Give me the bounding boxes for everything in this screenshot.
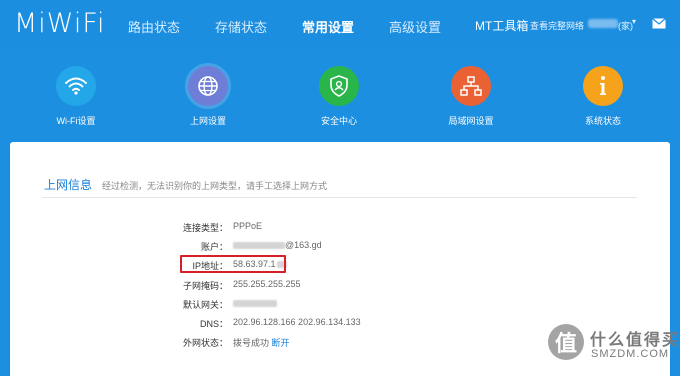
- account-domain: @163.gd: [285, 240, 322, 250]
- info-row-ip-address: IP地址： 58.63.97.1: [120, 259, 480, 273]
- security-center-shortcut[interactable]: 安全中心: [294, 66, 384, 127]
- info-row-default-gateway: 默认网关：: [120, 298, 480, 312]
- wan-status-label: 外网状态：: [182, 338, 228, 348]
- info-row-connection-type: 连接类型： PPPoE: [120, 221, 480, 235]
- ip-highlight-box: [180, 255, 286, 273]
- system-status-shortcut[interactable]: 系统状态: [558, 66, 648, 127]
- shield-icon: [319, 66, 359, 106]
- watermark-domain: SMZDM.COM: [591, 348, 670, 360]
- lan-settings-label: 局域网设置: [448, 116, 494, 126]
- mt-toolbox-link[interactable]: MT工具箱: [475, 17, 528, 34]
- security-center-label: 安全中心: [320, 116, 357, 126]
- account-label: 账户：: [200, 242, 228, 252]
- wan-status-value: 拨号成功 断开: [233, 336, 290, 349]
- nav-router-status[interactable]: 路由状态: [128, 17, 180, 36]
- gateway-redacted: [233, 300, 277, 308]
- info-row-wan-status: 外网状态： 拨号成功 断开: [120, 336, 480, 350]
- globe-icon: [188, 66, 228, 106]
- info-row-account: 账户： @163.gd: [120, 240, 480, 254]
- connection-type-label: 连接类型：: [182, 223, 228, 233]
- nav-advanced-settings[interactable]: 高级设置: [389, 17, 441, 36]
- info-icon: [583, 66, 623, 106]
- mail-icon[interactable]: [652, 18, 666, 29]
- divider: [42, 197, 637, 198]
- connection-type-value: PPPoE: [233, 221, 263, 231]
- router-name-redacted[interactable]: [588, 19, 618, 28]
- panel-title: 上网信息: [44, 178, 93, 192]
- internet-settings-shortcut[interactable]: 上网设置: [163, 66, 253, 127]
- top-navigation-bar: MiWiFi 路由状态 存储状态 常用设置 高级设置 MT工具箱 查看完整网络 …: [0, 0, 680, 50]
- account-value: @163.gd: [233, 240, 322, 250]
- info-row-subnet-mask: 子网掩码： 255.255.255.255: [120, 279, 480, 293]
- internet-settings-label: 上网设置: [189, 116, 226, 126]
- wifi-settings-shortcut[interactable]: Wi-Fi设置: [31, 66, 121, 127]
- subnet-mask-label: 子网掩码：: [182, 281, 228, 291]
- account-redacted: [233, 242, 285, 250]
- nav-common-settings[interactable]: 常用设置: [302, 17, 354, 36]
- router-name-suffix[interactable]: (家): [618, 19, 633, 32]
- info-row-dns: DNS： 202.96.128.166 202.96.134.133: [120, 317, 480, 331]
- wan-status-text: 拨号成功: [233, 338, 270, 348]
- wifi-settings-label: Wi-Fi设置: [56, 116, 96, 126]
- lan-settings-shortcut[interactable]: 局域网设置: [426, 66, 516, 127]
- system-status-label: 系统状态: [584, 116, 621, 126]
- subnet-mask-value: 255.255.255.255: [233, 279, 301, 289]
- chevron-down-icon[interactable]: ▾: [632, 17, 636, 26]
- panel-description: 经过检测，无法识别你的上网类型，请手工选择上网方式: [102, 181, 328, 191]
- default-gateway-value: [233, 298, 277, 308]
- watermark-title: 什么值得买: [590, 332, 680, 349]
- network-icon: [451, 66, 491, 106]
- miwifi-logo[interactable]: MiWiFi: [14, 8, 105, 39]
- view-full-network-link[interactable]: 查看完整网络: [530, 19, 584, 32]
- disconnect-link[interactable]: 断开: [272, 338, 290, 348]
- dns-label: DNS：: [199, 319, 228, 329]
- wifi-icon: [56, 66, 96, 106]
- default-gateway-label: 默认网关：: [182, 300, 228, 310]
- smzdm-logo-icon: 值: [548, 324, 584, 360]
- dns-value: 202.96.128.166 202.96.134.133: [233, 317, 361, 327]
- nav-storage-status[interactable]: 存储状态: [215, 17, 267, 36]
